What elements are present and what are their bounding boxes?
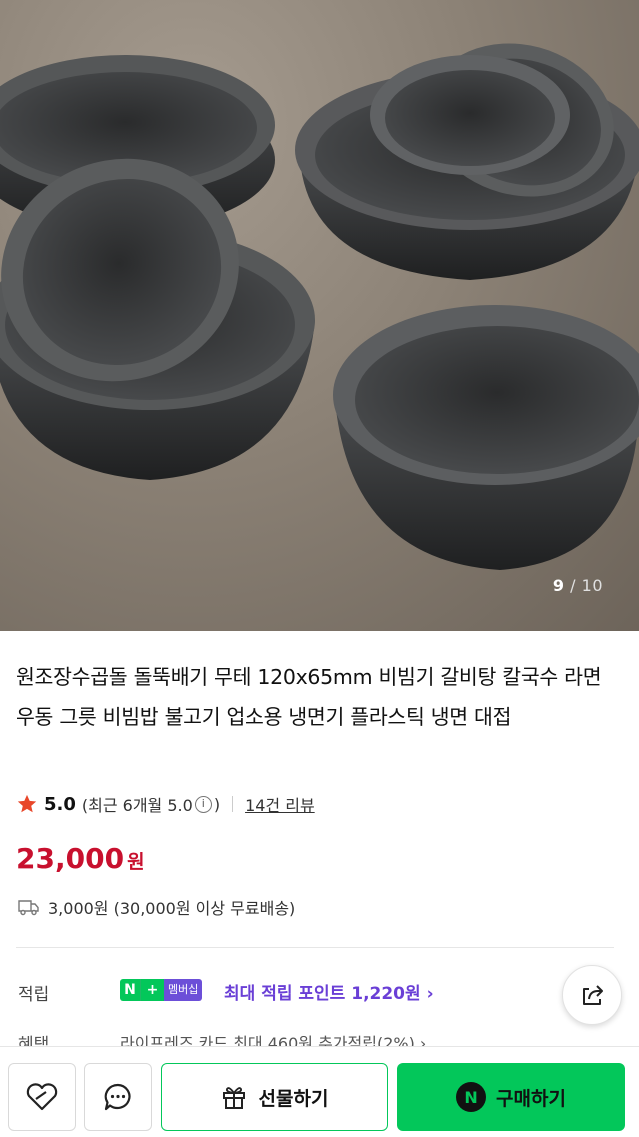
image-counter-total: 10 — [581, 576, 603, 595]
section-divider — [16, 947, 614, 948]
chat-button[interactable] — [84, 1063, 152, 1131]
product-image-gallery[interactable]: 9 / 10 — [0, 0, 639, 631]
rating-score: 5.0 — [44, 793, 76, 815]
review-link[interactable]: 14건 리뷰 — [245, 792, 315, 816]
chat-icon — [104, 1083, 131, 1111]
bottom-action-bar: 선물하기 N 구매하기 — [0, 1046, 639, 1137]
gift-button[interactable]: 선물하기 — [161, 1063, 388, 1131]
product-title: 원조장수곱돌 돌뚝배기 무테 120x65mm 비빔기 갈비탕 칼국수 라면 우… — [16, 665, 602, 729]
rating-divider — [232, 796, 234, 812]
share-button[interactable] — [562, 965, 622, 1025]
gift-icon — [222, 1087, 245, 1109]
price-unit: 원 — [127, 851, 145, 873]
image-counter: 9 / 10 — [553, 576, 603, 595]
buy-button-label: 구매하기 — [496, 1087, 566, 1110]
wishlist-icon — [26, 1083, 58, 1111]
rating-recent: (최근 6개월 5.0 — [81, 796, 193, 815]
naver-n-icon: N — [456, 1082, 487, 1112]
points-label: 적립 — [18, 985, 50, 1005]
truck-icon — [18, 900, 39, 916]
rating-recent-close: ) — [213, 794, 221, 814]
shipping-text: 3,000원 (30,000원 이상 무료배송) — [48, 899, 296, 918]
wishlist-button[interactable] — [8, 1063, 76, 1131]
plus-badge: + — [140, 979, 164, 1001]
membership-badge: N + 멤버십 — [120, 979, 203, 1001]
star-icon — [17, 794, 37, 813]
price-value: 23,000 — [16, 842, 125, 875]
info-icon[interactable]: i — [194, 795, 212, 813]
rating-row: 5.0 (최근 6개월 5.0 i ) 14건 리뷰 — [16, 792, 315, 816]
price: 23,000 원 — [16, 842, 145, 875]
gift-button-label: 선물하기 — [258, 1087, 329, 1110]
image-counter-separator: / — [570, 576, 577, 595]
membership-label: 멤버십 — [164, 979, 203, 1001]
naver-n-badge: N — [120, 979, 140, 1001]
buy-button[interactable]: N 구매하기 — [397, 1063, 625, 1131]
max-points-link[interactable]: 최대 적립 포인트 1,220원 › — [224, 979, 434, 1004]
image-counter-current: 9 — [552, 576, 565, 595]
shipping-info: 3,000원 (30,000원 이상 무료배송) — [18, 895, 295, 919]
share-icon — [583, 985, 603, 1005]
stone-bowls-photo — [0, 43, 639, 570]
